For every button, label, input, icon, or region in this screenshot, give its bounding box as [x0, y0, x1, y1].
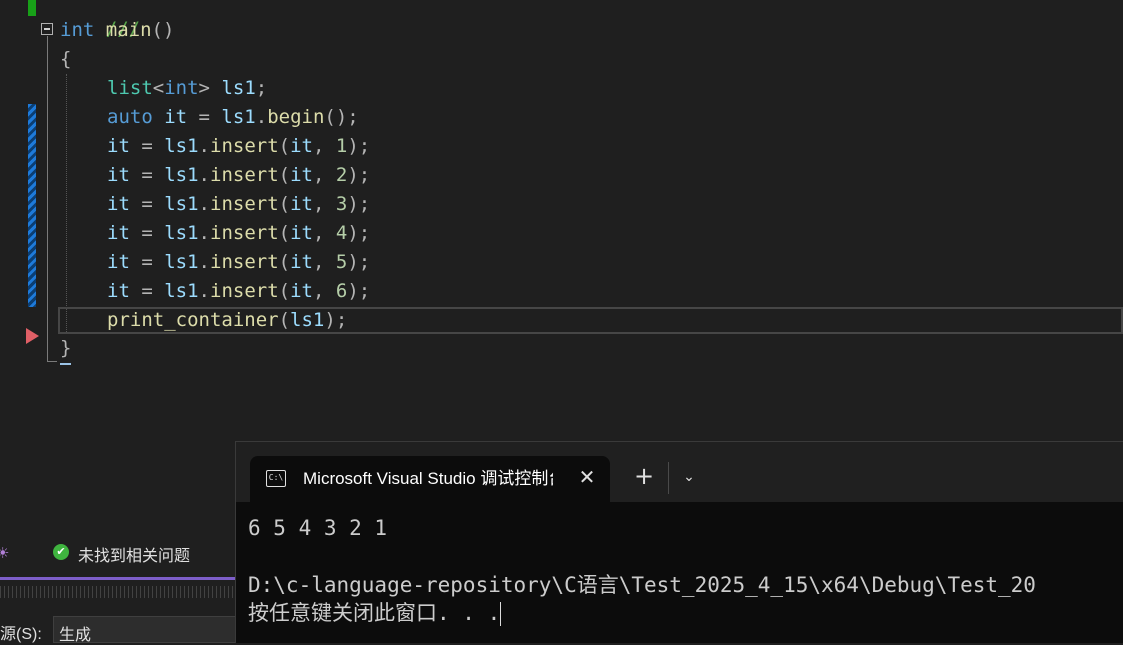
check-circle-icon: ✔	[53, 544, 69, 560]
code-line-insert: it = ls1.insert(it, 5);	[107, 251, 371, 273]
terminal-cursor	[500, 602, 502, 626]
code-line-insert: it = ls1.insert(it, 1);	[107, 135, 371, 157]
fold-guide	[47, 36, 48, 362]
titlebar-separator	[668, 462, 669, 494]
code-line-auto: auto it = ls1.begin();	[107, 106, 359, 128]
error-list-status-text: 未找到相关问题	[78, 548, 191, 565]
keyword: int	[60, 19, 95, 41]
execution-pointer-icon[interactable]	[26, 328, 39, 344]
code-line-main: int main()	[60, 19, 175, 41]
output-source-value: 生成	[59, 627, 92, 644]
terminal-tab[interactable]: C:\ Microsoft Visual Studio 调试控制台 ✕	[250, 456, 610, 502]
terminal-tab-title: Microsoft Visual Studio 调试控制台	[303, 469, 553, 488]
collapse-region-icon[interactable]	[41, 23, 53, 35]
chevron-down-icon[interactable]: ⌄	[678, 466, 700, 488]
console-icon: C:\	[266, 470, 286, 487]
code-line-partial: ///	[60, 0, 140, 40]
fold-guide-end	[47, 361, 57, 362]
code-line-decl: list<int> ls1;	[107, 77, 268, 99]
terminal-output-line: D:\c-language-repository\C语言\Test_2025_4…	[248, 573, 1036, 597]
type-name: list	[107, 77, 153, 99]
code-line-open-brace: {	[60, 48, 72, 70]
debug-console-window[interactable]: C:\ Microsoft Visual Studio 调试控制台 ✕ + ⌄ …	[235, 441, 1123, 643]
unsaved-change-marker	[28, 104, 36, 307]
code-line-print: print_container(ls1);	[107, 309, 348, 331]
indent-guide	[66, 74, 68, 332]
error-list-status[interactable]: ☀ ✔ 未找到相关问题	[0, 538, 236, 568]
saved-change-marker	[28, 0, 36, 16]
code-line-close-brace: }	[60, 337, 72, 359]
terminal-output-line: 6 5 4 3 2 1	[248, 516, 388, 540]
function-name: main	[105, 19, 152, 41]
panel-active-indicator	[0, 577, 236, 580]
code-line-insert: it = ls1.insert(it, 2);	[107, 164, 371, 186]
output-source-label: 源(S):	[0, 626, 42, 643]
terminal-prompt-line: 按任意键关闭此窗口. . .	[248, 601, 502, 626]
lightbulb-icon[interactable]: ☀	[0, 544, 9, 562]
code-line-insert: it = ls1.insert(it, 4);	[107, 222, 371, 244]
terminal-titlebar[interactable]: C:\ Microsoft Visual Studio 调试控制台 ✕ + ⌄	[236, 442, 1123, 502]
output-source-select[interactable]: 生成	[53, 616, 236, 644]
code-line-insert: it = ls1.insert(it, 6);	[107, 280, 371, 302]
output-source-row: 源(S): 生成	[0, 614, 236, 644]
new-tab-button[interactable]: +	[632, 464, 656, 488]
close-tab-icon[interactable]: ✕	[575, 465, 599, 489]
code-line-insert: it = ls1.insert(it, 3);	[107, 193, 371, 215]
text-caret	[60, 363, 71, 365]
panel-splitter[interactable]	[0, 586, 236, 598]
